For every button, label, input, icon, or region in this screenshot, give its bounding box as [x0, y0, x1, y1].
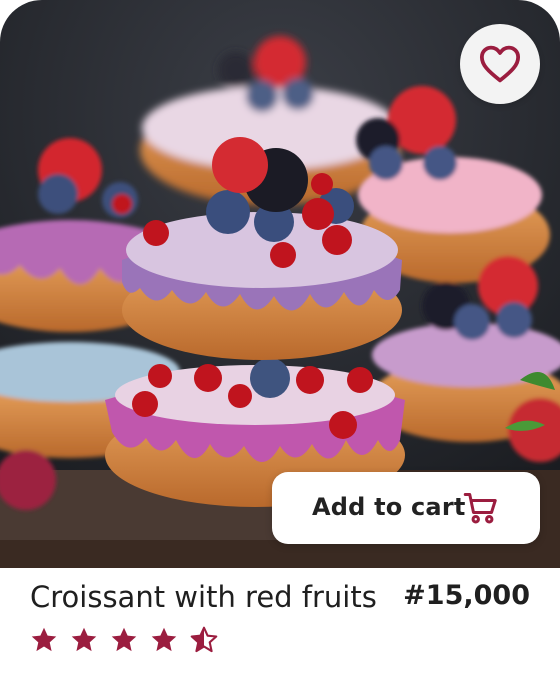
star-icon	[151, 627, 177, 652]
add-to-cart-button[interactable]: Add to cart	[272, 472, 540, 544]
product-card: Add to cart Croissant with red fruits #1…	[0, 0, 560, 682]
add-to-cart-label: Add to cart	[312, 493, 466, 521]
shopping-cart-icon	[463, 493, 497, 524]
rating-stars	[30, 626, 218, 654]
star-half-icon	[190, 626, 218, 653]
star-icon	[31, 627, 57, 652]
star-icon	[111, 627, 137, 652]
product-price: #15,000	[403, 580, 530, 611]
favorite-button[interactable]	[460, 24, 540, 104]
product-title: Croissant with red fruits	[30, 580, 377, 614]
heart-outline-icon	[479, 45, 521, 83]
star-icon	[71, 627, 97, 652]
